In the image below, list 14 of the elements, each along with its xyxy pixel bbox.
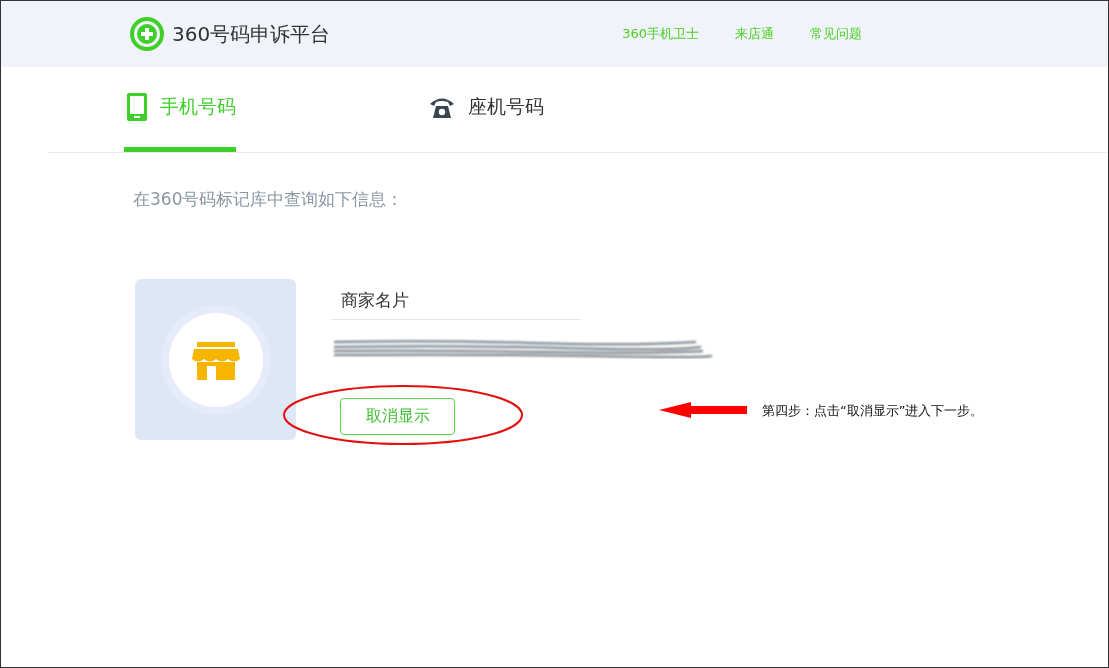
nav-link[interactable]: 360手机卫士 [622, 25, 699, 43]
cancel-display-button[interactable]: 取消显示 [340, 398, 455, 435]
arrow-icon [659, 402, 747, 418]
card-title: 商家名片 [331, 279, 581, 320]
logo-text: 360号码申诉平台 [172, 20, 331, 48]
tab[interactable]: 座机号码 [426, 67, 544, 152]
nav-link[interactable]: 常见问题 [810, 25, 862, 43]
logo-icon [130, 17, 164, 51]
phone-icon [126, 92, 148, 122]
description-text: 在360号码标记库中查询如下信息： [133, 188, 405, 211]
tab[interactable]: 手机号码 [124, 67, 236, 152]
nav-link[interactable]: 来店通 [735, 25, 774, 43]
annotation-text: 第四步：点击“取消显示”进入下一步。 [762, 402, 984, 420]
store-icon [159, 303, 272, 416]
